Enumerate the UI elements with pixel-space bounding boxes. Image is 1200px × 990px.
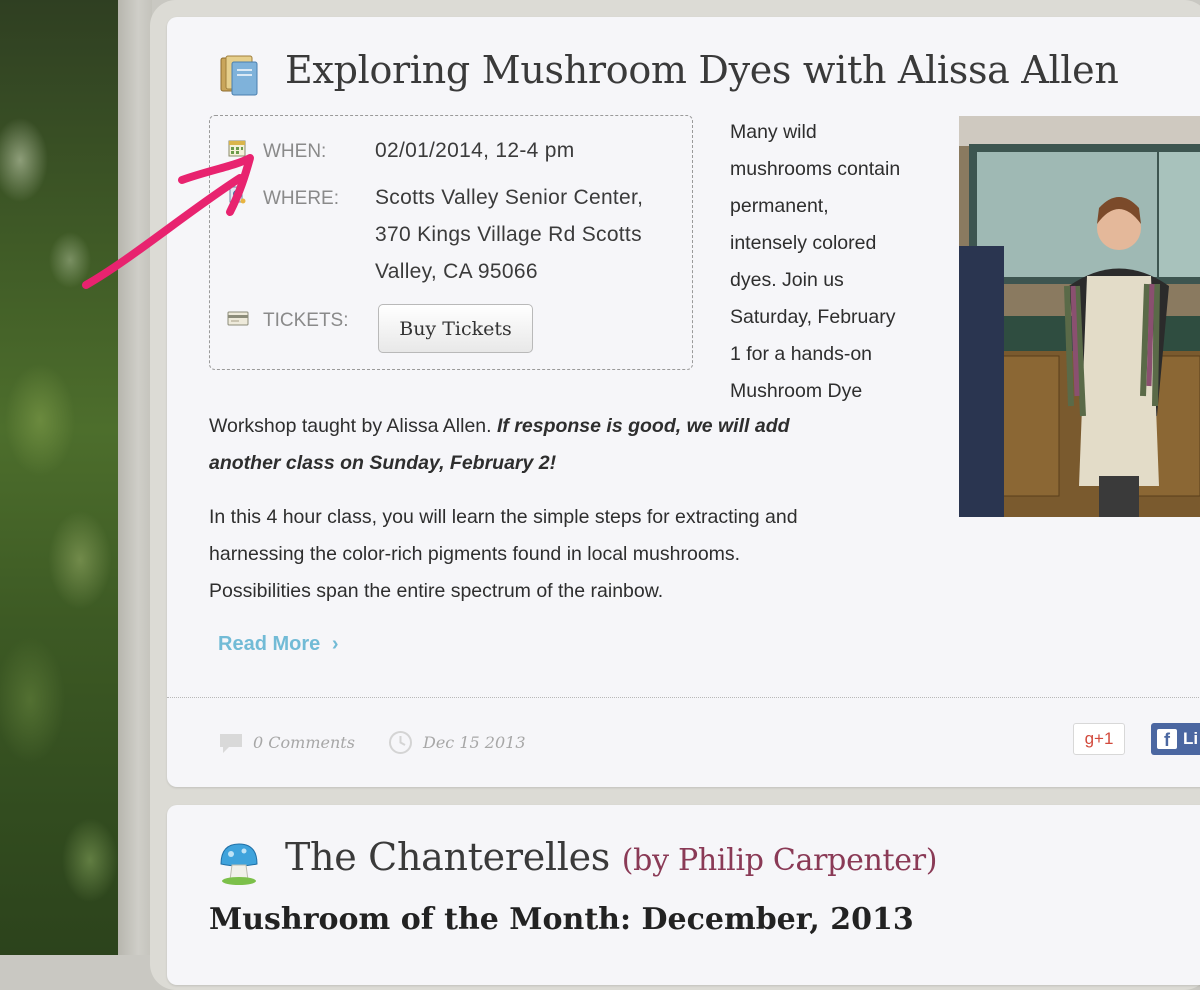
page-edge [118, 0, 152, 955]
comments-link[interactable]: 0 Comments [253, 733, 355, 752]
where-line: Valley, CA 95066 [375, 260, 538, 283]
notice-line-2: another class on Sunday, February 2! [209, 452, 557, 474]
description-line: In this 4 hour class, you will learn the… [209, 506, 798, 528]
intro-line: intensely colored [730, 232, 877, 254]
class-description: In this 4 hour class, you will learn the… [209, 499, 929, 610]
mushroom-icon [220, 843, 258, 885]
when-label: WHEN: [263, 141, 327, 162]
read-more-link[interactable]: Read More › [218, 633, 338, 656]
forest-background [0, 0, 118, 955]
notice-line-1: If response is good, we will add [496, 415, 790, 437]
workshop-text: Workshop taught by Alissa Allen. [209, 415, 497, 437]
where-line: 370 Kings Village Rd Scotts [375, 223, 642, 246]
intro-line: 1 for a hands-on [730, 343, 873, 365]
intro-line: Saturday, February [730, 306, 896, 328]
comment-icon [220, 734, 242, 753]
when-value: 02/01/2014, 12-4 pm [375, 139, 575, 162]
book-icon [220, 55, 258, 96]
google-plus-button[interactable]: g+1 [1073, 723, 1125, 755]
intro-text: Many wild mushrooms contain permanent, i… [730, 114, 930, 410]
where-line: Scotts Valley Senior Center, [375, 186, 644, 209]
description-line: harnessing the color-rich pigments found… [209, 543, 741, 565]
post-title[interactable]: Exploring Mushroom Dyes with Alissa Alle… [285, 48, 1119, 92]
byline: (by Philip Carpenter) [621, 843, 938, 878]
post-date: Dec 15 2013 [423, 733, 526, 752]
ticket-icon [227, 311, 249, 326]
clock-icon [389, 731, 412, 754]
tickets-label: TICKETS: [263, 310, 349, 331]
workshop-paragraph: Workshop taught by Alissa Allen. If resp… [209, 408, 929, 482]
intro-line: Many wild [730, 121, 817, 143]
calendar-icon [228, 140, 246, 157]
chanterelles-post-card [167, 805, 1200, 985]
where-value: Scotts Valley Senior Center, 370 Kings V… [375, 179, 643, 290]
chevron-right-icon: › [331, 633, 339, 655]
where-label: WHERE: [263, 188, 339, 209]
facebook-like-button[interactable]: f Li [1151, 723, 1200, 755]
divider [167, 697, 1200, 698]
description-line: Possibilities span the entire spectrum o… [209, 580, 664, 602]
chanterelles-title[interactable]: The Chanterelles (by Philip Carpenter) [285, 835, 938, 879]
intro-line: Mushroom Dye [730, 380, 863, 402]
intro-line: permanent, [730, 195, 829, 217]
chanterelles-title-text: The Chanterelles [285, 835, 610, 879]
intro-line: mushrooms contain [730, 158, 901, 180]
intro-line: dyes. Join us [730, 269, 844, 291]
buy-tickets-button[interactable]: Buy Tickets [378, 304, 533, 353]
month-subtitle: Mushroom of the Month: December, 2013 [209, 902, 914, 937]
facebook-like-label: Li [1183, 729, 1199, 748]
location-icon [229, 186, 246, 204]
event-photo[interactable] [959, 116, 1200, 517]
facebook-icon: f [1157, 729, 1177, 750]
read-more-label: Read More [218, 633, 321, 655]
